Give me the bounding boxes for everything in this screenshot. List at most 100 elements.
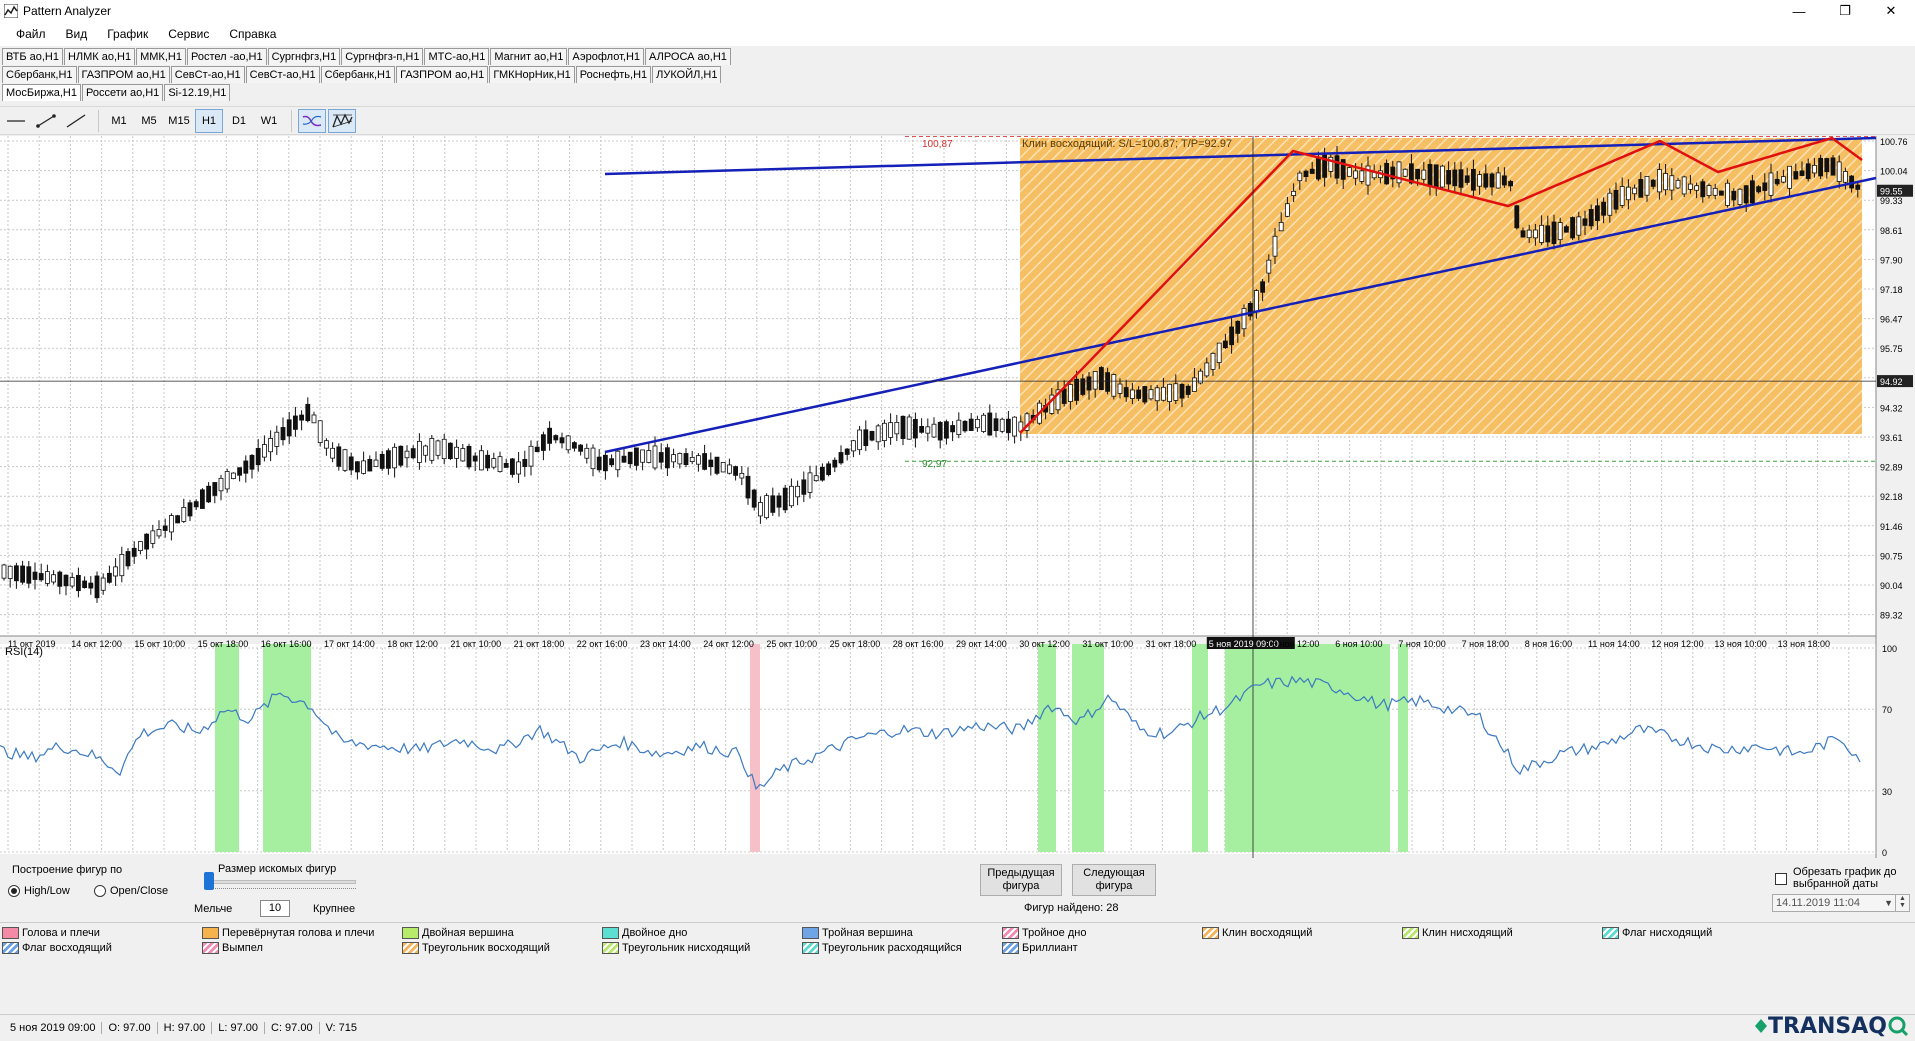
instrument-tab[interactable]: ГМКНорНик,H1: [489, 66, 575, 83]
candle-body: [751, 489, 757, 508]
horizontal-line-icon[interactable]: [2, 109, 30, 133]
segment-icon[interactable]: [32, 109, 60, 133]
instrument-tab[interactable]: Ростел -ао,H1: [186, 48, 267, 65]
candle-body: [181, 507, 187, 522]
minimize-button[interactable]: —: [1776, 0, 1822, 22]
instrument-tab[interactable]: ММК,H1: [136, 48, 186, 65]
candle-body: [696, 455, 701, 465]
time-tick-label: 11 ноя 14:00: [1588, 639, 1640, 649]
open-close-radio[interactable]: Open/Close: [94, 885, 168, 897]
candle-body: [1595, 205, 1600, 221]
timeframe-h1[interactable]: H1: [195, 108, 223, 133]
crop-chart-checkbox[interactable]: [1775, 873, 1787, 885]
spin-icon[interactable]: ▲ ▼: [1895, 895, 1909, 911]
candle-body: [801, 479, 807, 495]
candle-body: [894, 421, 900, 435]
candle-body: [45, 571, 50, 584]
candle-body: [733, 466, 738, 476]
timeframe-m5[interactable]: M5: [135, 109, 163, 133]
size-slider-thumb[interactable]: [204, 872, 214, 890]
radio-dot: [8, 885, 20, 897]
maximize-button[interactable]: ❐: [1822, 0, 1868, 22]
legend-swatch: [1002, 942, 1019, 954]
crop-date-picker[interactable]: 14.11.2019 11:04 ▼ ▲ ▼: [1772, 894, 1910, 912]
candle-body: [646, 450, 652, 463]
timeframe-m1[interactable]: M1: [105, 109, 133, 133]
candle-body: [1582, 218, 1588, 226]
candle-body: [1644, 175, 1650, 196]
candle-body: [1148, 389, 1154, 400]
candle-body: [584, 447, 590, 459]
instrument-tab[interactable]: Сбербанк,H1: [2, 66, 77, 83]
candle-body: [1303, 170, 1309, 178]
next-figure-button[interactable]: Следующая фигура: [1072, 864, 1156, 896]
high-low-radio[interactable]: High/Low: [8, 885, 70, 897]
candle-body: [367, 459, 373, 472]
menu-service[interactable]: Сервис: [158, 27, 219, 41]
candle-body: [1179, 383, 1185, 399]
candle-body: [826, 463, 831, 476]
previous-figure-button[interactable]: Предыдущая фигура: [980, 864, 1062, 896]
instrument-tab[interactable]: СевСт-ао,H1: [170, 66, 245, 83]
instrument-tab[interactable]: Аэрофлот,H1: [568, 48, 645, 65]
candle-body: [1204, 362, 1210, 377]
timeframe-m15[interactable]: M15: [165, 109, 193, 133]
candle-body: [7, 565, 13, 579]
menu-help[interactable]: Справка: [219, 27, 286, 41]
pattern-icon[interactable]: [328, 108, 356, 133]
rsi-title: RSI(14): [5, 646, 43, 658]
time-tick-label: 31 окт 18:00: [1146, 639, 1197, 649]
candle-body: [1675, 179, 1681, 189]
instrument-tab[interactable]: Магнит ао,H1: [490, 48, 568, 65]
menu-file[interactable]: Файл: [6, 27, 56, 41]
candle-body: [615, 450, 621, 471]
instrument-tab[interactable]: Роснефть,H1: [575, 66, 652, 83]
dropdown-arrow-icon[interactable]: ▼: [1884, 895, 1893, 911]
instrument-tab[interactable]: МТС-ао,H1: [424, 48, 490, 65]
candle-body: [1551, 221, 1557, 245]
status-time: 5 ноя 2019 09:00: [4, 1022, 103, 1034]
instrument-tab[interactable]: МосБиржа,H1: [2, 84, 81, 101]
candle-body: [776, 495, 782, 508]
menu-view[interactable]: Вид: [56, 27, 98, 41]
candle-body: [1539, 224, 1544, 243]
candle-body: [26, 566, 32, 584]
candle-body: [1774, 178, 1780, 185]
candle-body: [311, 414, 317, 424]
instrument-tab[interactable]: ГАЗПРОМ ао,H1: [77, 66, 170, 83]
instrument-tab[interactable]: Сургнфгз-п,H1: [341, 48, 424, 65]
candle-body: [1533, 229, 1538, 239]
instrument-tab[interactable]: ВТБ ао,H1: [2, 48, 63, 65]
timeframe-w1[interactable]: W1: [255, 109, 283, 133]
instrument-tab[interactable]: АЛРОСА ао,H1: [645, 48, 731, 65]
instrument-tab[interactable]: ГАЗПРОМ ао,H1: [396, 66, 489, 83]
candle-body: [82, 580, 87, 589]
timeframe-d1[interactable]: D1: [225, 109, 253, 133]
candle-body: [956, 419, 962, 435]
size-slider-track[interactable]: [208, 880, 356, 884]
candle-body: [925, 426, 931, 434]
candle-body: [1588, 209, 1594, 227]
price-axis: 100.76 100.04 99.33 98.61 97.90 97.18 96.47 95.…: [1877, 137, 1913, 621]
size-value-field[interactable]: 10: [260, 900, 290, 917]
menu-chart[interactable]: График: [97, 27, 158, 41]
close-button[interactable]: ✕: [1868, 0, 1914, 22]
price-tick-label: 92.18: [1880, 492, 1903, 502]
candle-body: [1632, 187, 1637, 195]
candle-body: [962, 420, 968, 432]
instrument-tab[interactable]: Сбербанк,H1: [320, 66, 396, 83]
legend-item: Голова и плечи: [2, 927, 100, 939]
instrument-tab[interactable]: СевСт-ао,H1: [245, 66, 320, 83]
instrument-tab[interactable]: Россети ао,H1: [81, 84, 164, 101]
instrument-tab[interactable]: НЛМК ао,H1: [63, 48, 136, 65]
instrument-tab[interactable]: ЛУКОЙЛ,H1: [652, 66, 722, 83]
next-figure-line1: Следующая: [1083, 867, 1145, 879]
chart-area[interactable]: 100.76 100.04 99.33 98.61 97.90 97.18 96.47 95.…: [0, 136, 1915, 858]
legend-item: Двойное дно: [602, 927, 687, 939]
trend-line-icon[interactable]: [62, 109, 90, 133]
indicator-icon[interactable]: [298, 108, 326, 133]
instrument-tab[interactable]: Si-12.19,H1: [164, 84, 231, 101]
candle-body: [1154, 387, 1160, 402]
instrument-tab[interactable]: Сургнфгз,H1: [267, 48, 341, 65]
rsi-overbought-zone: [1192, 644, 1208, 852]
